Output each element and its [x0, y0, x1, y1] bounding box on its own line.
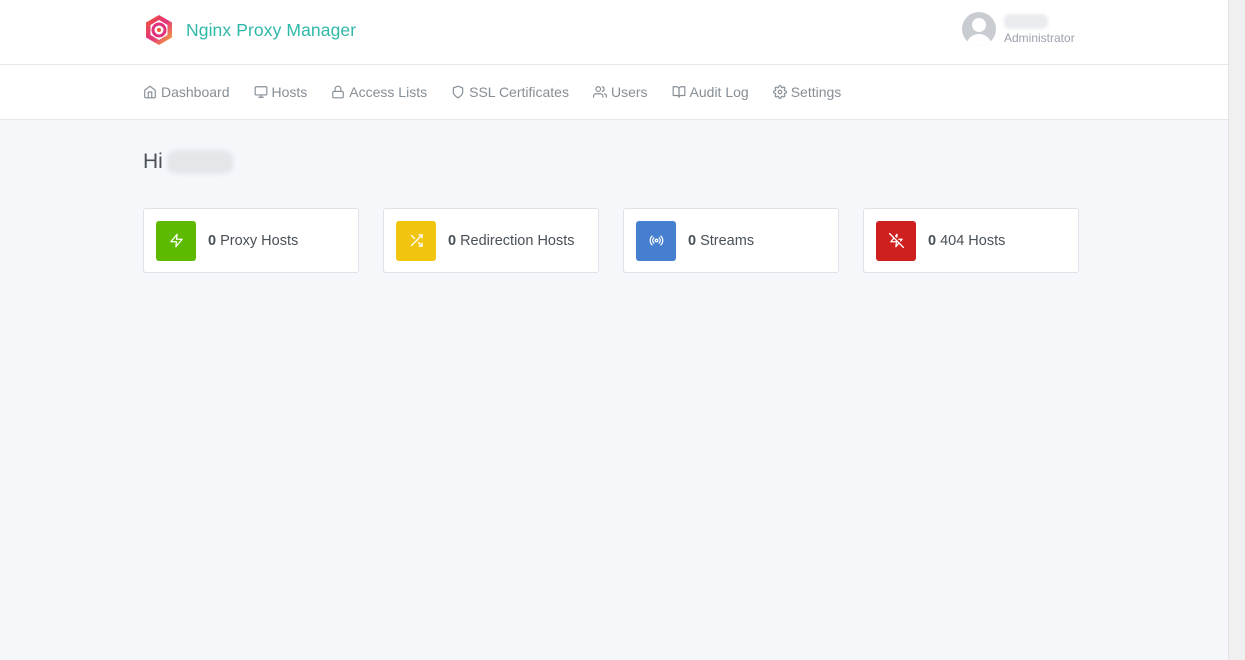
stat-icon-box — [156, 220, 196, 261]
nav-item-ssl-certificates[interactable]: SSL Certificates — [451, 84, 569, 100]
nav-label: Dashboard — [161, 84, 230, 100]
stat-icon-box — [876, 220, 916, 261]
nav-label: Users — [610, 84, 648, 100]
shuffle-icon — [410, 234, 423, 247]
settings-icon — [772, 85, 787, 99]
shield-icon — [452, 85, 464, 99]
stat-label: Redirection Hosts — [460, 232, 575, 249]
stat-count: 0 — [448, 232, 457, 249]
book-icon — [672, 86, 685, 98]
nav-item-access-lists[interactable]: Access Lists — [331, 84, 427, 100]
nav-label: Access Lists — [349, 84, 428, 100]
stat-count: 0 — [688, 232, 697, 249]
radio-icon — [649, 235, 663, 246]
greeting-prefix: Hi — [143, 150, 163, 173]
stat-count: 0 — [928, 232, 937, 249]
stat-icon-box — [396, 220, 436, 261]
stat-card-proxy-hosts[interactable]: 0 Proxy Hosts — [143, 208, 359, 273]
nav-label: SSL Certificates — [469, 84, 569, 100]
stats-cards: 0 Proxy Hosts 0 Redirection Hosts 0 Stre… — [143, 208, 1079, 273]
user-name-redacted — [1004, 13, 1048, 29]
lock-icon — [332, 85, 345, 99]
zap-icon — [169, 233, 183, 248]
page-title: Hi — [143, 150, 233, 174]
nav-label: Hosts — [271, 84, 308, 100]
brand-link[interactable]: Nginx Proxy Manager — [144, 14, 356, 46]
zap-off-icon — [888, 233, 904, 248]
monitor-icon — [254, 86, 267, 98]
nav-item-audit-log[interactable]: Audit Log — [672, 84, 749, 100]
nav-item-settings[interactable]: Settings — [772, 84, 842, 100]
user-avatar-icon — [962, 12, 996, 46]
stat-label: Streams — [700, 232, 755, 249]
nav-item-dashboard[interactable]: Dashboard — [143, 84, 230, 100]
stat-label: 404 Hosts — [940, 232, 1006, 249]
nav-item-hosts[interactable]: Hosts — [254, 84, 308, 100]
greeting-name-redacted — [166, 150, 233, 174]
main-nav: Dashboard Hosts Access Lists SSL Certifi… — [0, 65, 1228, 120]
stat-card-redirection-hosts[interactable]: 0 Redirection Hosts — [383, 208, 599, 273]
user-role: Administrator — [1004, 30, 1075, 45]
home-icon — [144, 85, 156, 99]
page: Nginx Proxy Manager Administrator Dashbo… — [0, 0, 1245, 660]
app-title: Nginx Proxy Manager — [186, 19, 357, 40]
stat-card-404-hosts[interactable]: 0 404 Hosts — [863, 208, 1079, 273]
vertical-scrollbar[interactable] — [1228, 0, 1245, 660]
stat-card-streams[interactable]: 0 Streams — [623, 208, 839, 273]
stat-count: 0 — [208, 232, 217, 249]
nginx-proxy-manager-logo — [146, 15, 172, 45]
nav-item-users[interactable]: Users — [592, 84, 648, 100]
stat-icon-box — [636, 220, 676, 261]
stat-label: Proxy Hosts — [220, 232, 299, 249]
header: Nginx Proxy Manager Administrator — [0, 0, 1228, 65]
user-menu[interactable]: Administrator — [962, 12, 1075, 46]
users-icon — [592, 86, 607, 98]
nav-label: Audit Log — [689, 84, 749, 100]
nav-label: Settings — [790, 84, 842, 100]
